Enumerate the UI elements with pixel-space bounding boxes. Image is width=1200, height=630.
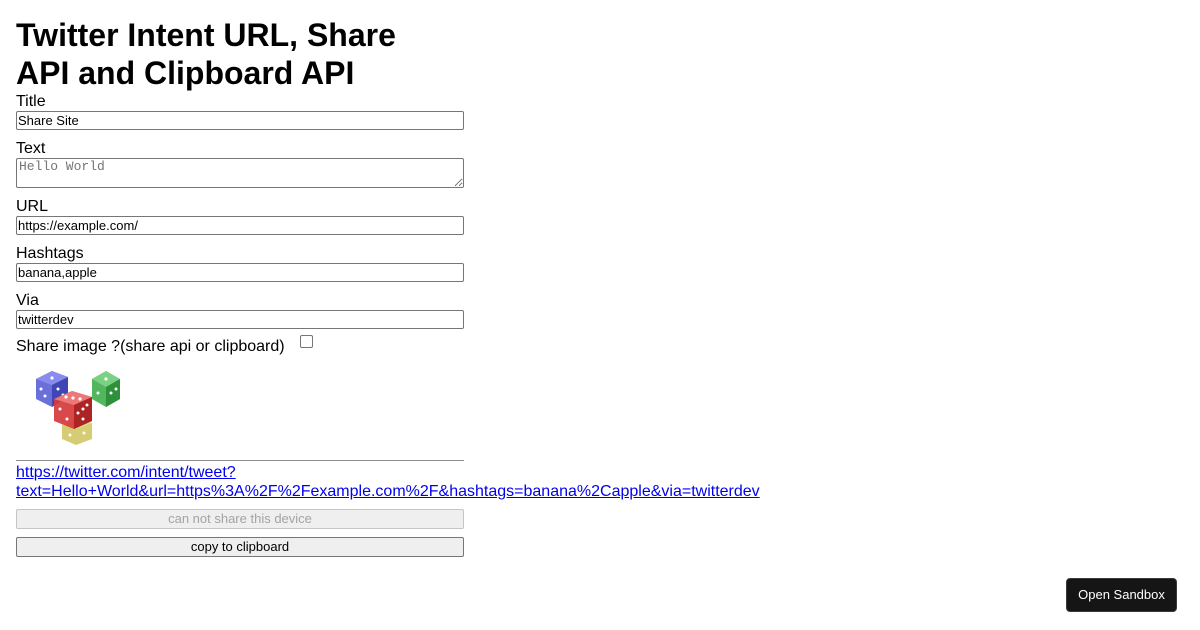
url-label: URL <box>16 198 49 215</box>
title-label: Title <box>16 93 46 110</box>
page: Twitter Intent URL, Share API and Clipbo… <box>0 0 1200 630</box>
open-sandbox-button[interactable]: Open Sandbox <box>1066 578 1177 612</box>
share-image-label: Share image ?(share api or clipboard) <box>16 338 285 355</box>
text-textarea[interactable] <box>16 158 464 188</box>
title-input[interactable] <box>16 111 464 130</box>
page-title-line-2: API and Clipboard API <box>16 55 355 91</box>
page-title: Twitter Intent URL, Share API and Clipbo… <box>16 16 464 92</box>
share-image-checkbox[interactable] <box>299 335 313 348</box>
dice-icon <box>36 371 120 445</box>
green-die-icon <box>92 371 120 407</box>
share-button[interactable]: can not share this device <box>16 509 464 529</box>
share-image-row: Share image ?(share api or clipboard) <box>16 335 1186 356</box>
via-input[interactable] <box>16 310 464 329</box>
twitter-intent-link[interactable]: https://twitter.com/intent/tweet? text=H… <box>16 463 776 501</box>
intent-link-line-2: text=Hello+World&url=https%3A%2F%2Fexamp… <box>16 483 760 500</box>
main-content: Twitter Intent URL, Share API and Clipbo… <box>16 0 1186 557</box>
intent-link-line-1: https://twitter.com/intent/tweet? <box>16 464 236 481</box>
red-die-icon <box>54 391 92 429</box>
url-input[interactable] <box>16 216 464 235</box>
hashtags-label: Hashtags <box>16 245 84 262</box>
text-label: Text <box>16 140 46 157</box>
dice-image <box>30 367 142 451</box>
via-label: Via <box>16 292 39 309</box>
hashtags-input[interactable] <box>16 263 464 282</box>
page-title-line-1: Twitter Intent URL, Share <box>16 17 396 53</box>
divider <box>16 460 464 461</box>
copy-to-clipboard-button[interactable]: copy to clipboard <box>16 537 464 557</box>
